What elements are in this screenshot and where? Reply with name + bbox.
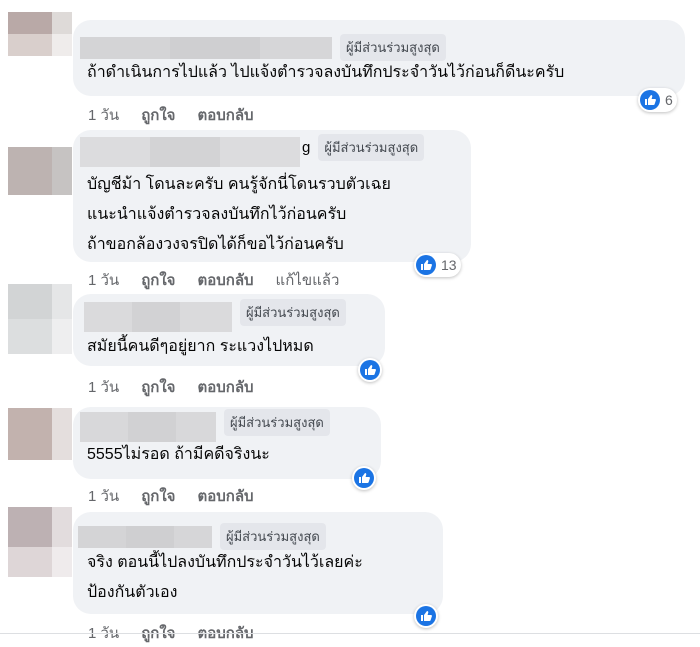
comment-line: ถ้าดำเนินการไปแล้ว ไปแจ้งตำรวจลงบันทึกปร… <box>87 64 565 81</box>
comment-text: สมัยนี้คนดีๆอยู่ยาก ระแวงไปหมด <box>87 332 314 362</box>
author-name[interactable] <box>78 525 212 548</box>
like-button[interactable]: ถูกใจ <box>141 484 175 508</box>
like-button[interactable]: ถูกใจ <box>141 268 175 292</box>
timestamp[interactable]: 1 วัน <box>88 268 119 292</box>
like-thumb-icon <box>360 360 380 380</box>
avatar[interactable] <box>0 12 72 78</box>
author-name[interactable] <box>84 301 232 332</box>
reply-button[interactable]: ตอบกลับ <box>197 268 253 292</box>
top-fan-badge: ผู้มีส่วนร่วมสูงสุด <box>318 134 425 161</box>
divider <box>0 633 700 634</box>
comment-text: ถ้าดำเนินการไปแล้ว ไปแจ้งตำรวจลงบันทึกปร… <box>87 58 564 88</box>
comment-line: สมัยนี้คนดีๆอยู่ยาก ระแวงไปหมด <box>87 338 314 355</box>
author-name-suffix: g <box>302 139 311 156</box>
top-fan-badge: ผู้มีส่วนร่วมสูงสุด <box>240 299 346 326</box>
timestamp[interactable]: 1 วัน <box>88 103 119 127</box>
comment-line: ถ้าขอกล้องวงจรปิดได้ก็ขอไว้ก่อนครับ <box>87 236 344 253</box>
comment-actions: 1 วัน ถูกใจ ตอบกลับ <box>88 375 254 399</box>
author-name[interactable] <box>80 136 300 167</box>
timestamp[interactable]: 1 วัน <box>88 484 119 508</box>
like-button[interactable]: ถูกใจ <box>141 103 175 127</box>
reaction-button[interactable] <box>358 358 382 382</box>
reply-button[interactable]: ตอบกลับ <box>197 375 253 399</box>
comment-actions: 1 วัน ถูกใจ ตอบกลับ แก้ไขแล้ว <box>88 268 339 292</box>
comment-text: จริง ตอนนี้ไปลงบันทึกประจำวันไว้เลยค่ะ ป… <box>87 548 363 608</box>
comment-actions: 1 วัน ถูกใจ ตอบกลับ <box>88 103 254 127</box>
top-fan-badge: ผู้มีส่วนร่วมสูงสุด <box>224 409 330 436</box>
top-fan-badge: ผู้มีส่วนร่วมสูงสุด <box>340 34 446 61</box>
reply-button[interactable]: ตอบกลับ <box>197 103 253 127</box>
reply-button[interactable]: ตอบกลับ <box>197 484 253 508</box>
avatar[interactable] <box>0 147 72 197</box>
author-name[interactable] <box>80 411 216 442</box>
comment-line: 5555ไม่รอด ถ้ามีคดีจริงนะ <box>87 446 270 463</box>
comment-line: แนะนำแจ้งตำรวจลงบันทึกไว้ก่อนครับ <box>87 206 347 223</box>
comment-text: บัญชีม้า โดนละครับ คนรู้จักนี่โดนรวบตัวเ… <box>87 170 391 260</box>
comment-text: 5555ไม่รอด ถ้ามีคดีจริงนะ <box>87 440 270 470</box>
like-button[interactable]: ถูกใจ <box>141 375 175 399</box>
reaction-count[interactable]: 6 <box>638 88 677 112</box>
reaction-count[interactable]: 13 <box>414 253 461 277</box>
comment-line: บัญชีม้า โดนละครับ คนรู้จักนี่โดนรวบตัวเ… <box>87 176 391 193</box>
top-fan-badge: ผู้มีส่วนร่วมสูงสุด <box>220 523 326 550</box>
comment-line: จริง ตอนนี้ไปลงบันทึกประจำวันไว้เลยค่ะ <box>87 554 363 571</box>
like-thumb-icon <box>640 90 660 110</box>
comment-line: ป้องกันตัวเอง <box>87 584 178 601</box>
edited-label: แก้ไขแล้ว <box>275 272 340 289</box>
avatar[interactable] <box>0 284 72 354</box>
timestamp[interactable]: 1 วัน <box>88 375 119 399</box>
reaction-button[interactable] <box>414 604 438 628</box>
comment-actions: 1 วัน ถูกใจ ตอบกลับ <box>88 484 254 508</box>
avatar[interactable] <box>0 507 72 577</box>
like-thumb-icon <box>354 468 374 488</box>
like-thumb-icon <box>416 255 436 275</box>
author-name[interactable] <box>80 36 332 59</box>
like-thumb-icon <box>416 606 436 626</box>
avatar[interactable] <box>0 408 72 460</box>
reaction-button[interactable] <box>352 466 376 490</box>
